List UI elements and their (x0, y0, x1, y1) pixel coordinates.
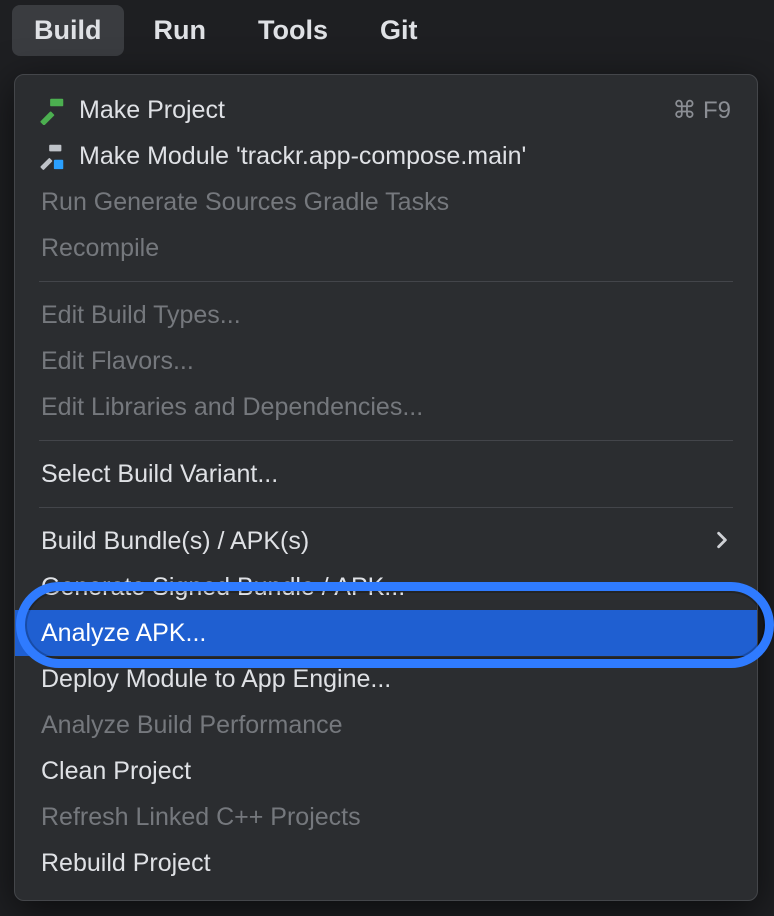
menu-item-shortcut: ⌘ F9 (672, 96, 731, 125)
build-menu-dropdown: Make Project ⌘ F9 Make Module 'trackr.ap… (14, 74, 758, 901)
menu-separator (39, 281, 733, 282)
menu-item-label: Make Project (79, 96, 225, 125)
menu-item-edit-build-types: Edit Build Types... (15, 292, 757, 338)
menu-item-make-module[interactable]: Make Module 'trackr.app-compose.main' (15, 133, 757, 179)
menubar-item-tools[interactable]: Tools (236, 5, 350, 56)
menu-item-edit-libraries: Edit Libraries and Dependencies... (15, 384, 757, 430)
menu-item-label: Clean Project (41, 757, 191, 786)
chevron-right-icon (713, 527, 731, 556)
menu-item-label: Generate Signed Bundle / APK... (41, 573, 405, 602)
menu-item-label: Deploy Module to App Engine... (41, 665, 391, 694)
menu-item-clean-project[interactable]: Clean Project (15, 748, 757, 794)
menu-separator (39, 440, 733, 441)
menu-item-generate-signed[interactable]: Generate Signed Bundle / APK... (15, 564, 757, 610)
menu-item-label: Analyze APK... (41, 619, 206, 648)
menu-item-label: Build Bundle(s) / APK(s) (41, 527, 309, 556)
menu-item-label: Edit Build Types... (41, 301, 241, 330)
menubar-item-build[interactable]: Build (12, 5, 124, 56)
menu-item-label: Edit Libraries and Dependencies... (41, 393, 423, 422)
menu-item-analyze-build-performance: Analyze Build Performance (15, 702, 757, 748)
menu-item-label: Analyze Build Performance (41, 711, 343, 740)
menu-item-build-bundle-apk[interactable]: Build Bundle(s) / APK(s) (15, 518, 757, 564)
menu-item-label: Select Build Variant... (41, 460, 278, 489)
menu-separator (39, 507, 733, 508)
menu-item-run-generate-sources: Run Generate Sources Gradle Tasks (15, 179, 757, 225)
menu-item-label: Run Generate Sources Gradle Tasks (41, 188, 449, 217)
menu-item-rebuild-project[interactable]: Rebuild Project (15, 840, 757, 886)
menu-item-refresh-cpp: Refresh Linked C++ Projects (15, 794, 757, 840)
menu-item-deploy-module[interactable]: Deploy Module to App Engine... (15, 656, 757, 702)
menu-item-analyze-apk[interactable]: Analyze APK... (15, 610, 757, 656)
hammer-icon (37, 95, 79, 125)
menu-item-label: Edit Flavors... (41, 347, 194, 376)
menu-item-label: Refresh Linked C++ Projects (41, 803, 361, 832)
menu-item-label: Make Module 'trackr.app-compose.main' (79, 142, 526, 171)
menubar-item-git[interactable]: Git (358, 5, 440, 56)
menu-item-select-build-variant[interactable]: Select Build Variant... (15, 451, 757, 497)
menu-item-recompile: Recompile (15, 225, 757, 271)
hammer-module-icon (37, 141, 79, 171)
menu-item-edit-flavors: Edit Flavors... (15, 338, 757, 384)
menubar: Build Run Tools Git (0, 0, 774, 60)
menubar-item-run[interactable]: Run (132, 5, 228, 56)
menu-item-make-project[interactable]: Make Project ⌘ F9 (15, 87, 757, 133)
menu-item-label: Recompile (41, 234, 159, 263)
menu-item-label: Rebuild Project (41, 849, 211, 878)
